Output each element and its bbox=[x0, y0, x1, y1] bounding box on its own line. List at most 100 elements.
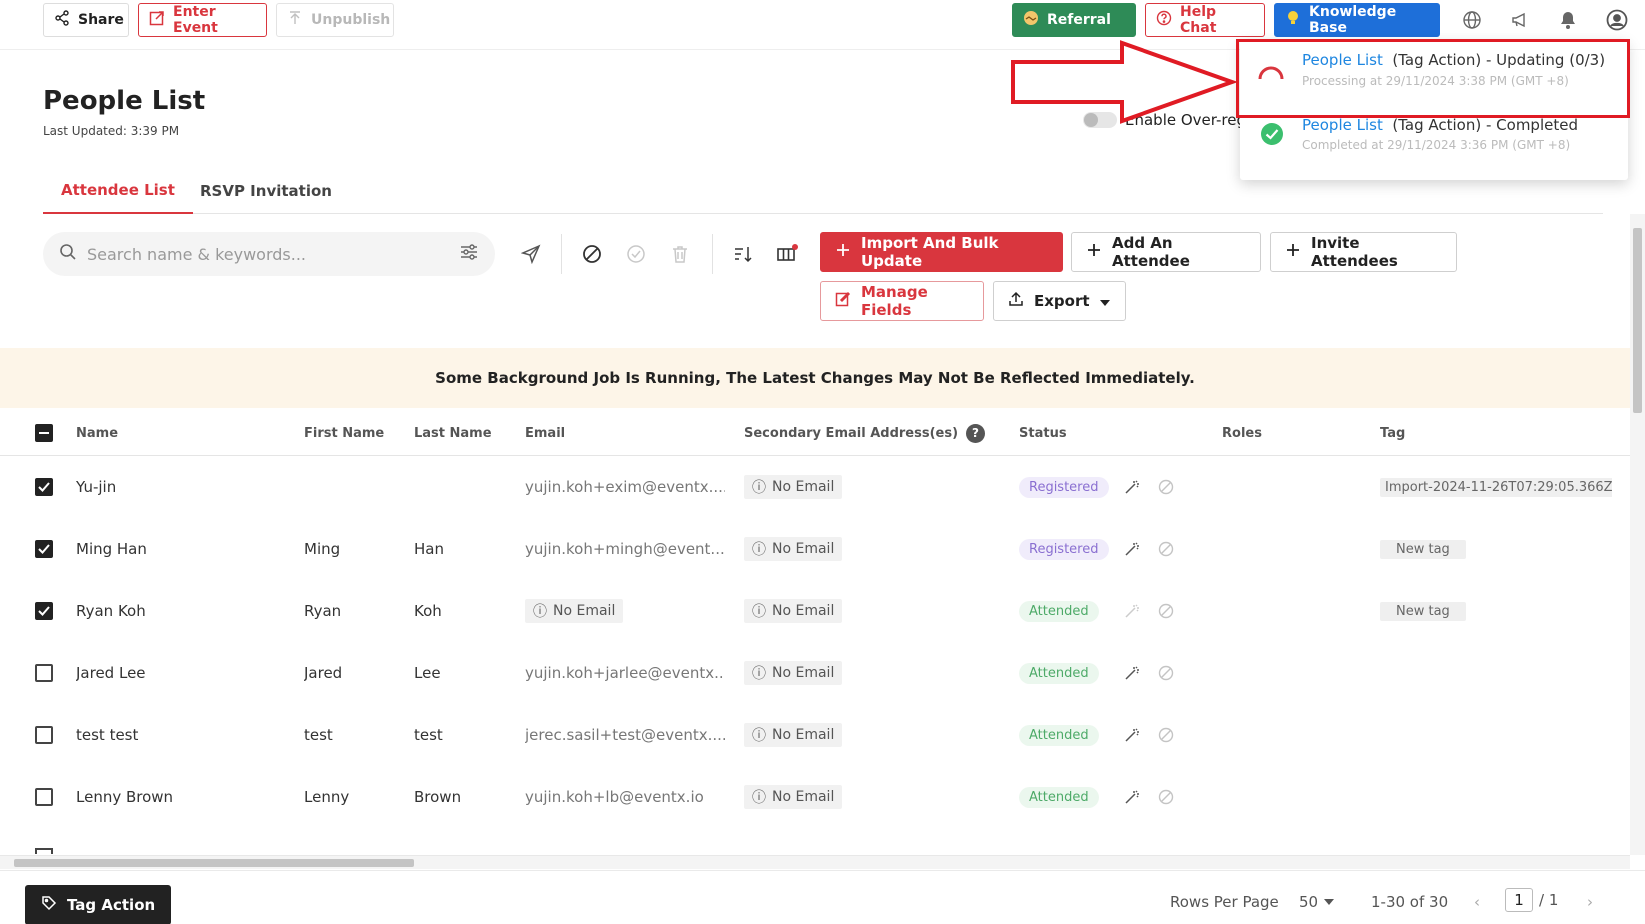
tag-chip: New tag bbox=[1380, 601, 1466, 621]
block-icon[interactable] bbox=[1158, 580, 1182, 642]
horizontal-scroll-thumb[interactable] bbox=[14, 859, 414, 867]
cell-name[interactable]: Ryan Koh bbox=[76, 580, 276, 642]
column-header-name[interactable]: Name bbox=[76, 410, 118, 456]
cell-first-name: Lenny bbox=[304, 788, 350, 806]
columns-icon[interactable] bbox=[775, 242, 799, 266]
status-badge: Attended bbox=[1019, 724, 1099, 746]
magic-wand-icon[interactable] bbox=[1123, 642, 1147, 704]
vertical-scroll-thumb[interactable] bbox=[1633, 228, 1642, 413]
row-checkbox-partial[interactable] bbox=[35, 848, 53, 854]
user-account-icon[interactable] bbox=[1605, 8, 1629, 32]
upload-icon bbox=[1008, 291, 1024, 311]
magic-wand-icon[interactable] bbox=[1123, 518, 1147, 580]
manage-fields-button[interactable]: Manage Fields bbox=[820, 281, 984, 321]
export-label: Export bbox=[1034, 292, 1090, 310]
row-checkbox[interactable] bbox=[35, 664, 53, 682]
info-circle-icon: ⓘ bbox=[752, 666, 766, 682]
bell-icon[interactable] bbox=[1556, 8, 1580, 32]
invite-attendees-label: Invite Attendees bbox=[1311, 234, 1398, 270]
cell-name[interactable]: Ming Han bbox=[76, 518, 276, 580]
block-icon[interactable] bbox=[1158, 456, 1182, 518]
cell-status: Attended bbox=[1019, 704, 1115, 766]
no-email-chip: ⓘ No Email bbox=[744, 537, 843, 561]
cell-secondary-email: ⓘ No Email bbox=[744, 766, 944, 828]
column-header-secondary-email[interactable]: Secondary Email Address(es) ? bbox=[744, 410, 986, 456]
import-bulk-update-button[interactable]: Import And Bulk Update bbox=[820, 232, 1063, 272]
magic-wand-icon[interactable] bbox=[1123, 704, 1147, 766]
send-icon[interactable] bbox=[519, 242, 543, 266]
unpublish-button[interactable]: Unpublish bbox=[276, 3, 394, 37]
table-row[interactable]: test test test test jerec.sasil+test@eventx… bbox=[0, 704, 1630, 766]
help-icon[interactable]: ? bbox=[966, 423, 986, 443]
tag-icon bbox=[41, 895, 57, 915]
enter-event-button[interactable]: Enter Event bbox=[138, 3, 267, 37]
vertical-scrollbar[interactable] bbox=[1630, 214, 1645, 855]
share-button[interactable]: Share bbox=[43, 3, 129, 37]
row-checkbox[interactable] bbox=[35, 726, 53, 744]
export-button[interactable]: Export bbox=[993, 281, 1126, 321]
cell-name[interactable]: Jared Lee bbox=[76, 642, 276, 704]
page-title: People List bbox=[43, 86, 206, 116]
column-header-roles[interactable]: Roles bbox=[1222, 410, 1262, 456]
magic-wand-icon[interactable] bbox=[1123, 766, 1147, 828]
lightbulb-icon bbox=[1285, 10, 1301, 30]
add-attendee-button[interactable]: Add An Attendee bbox=[1071, 232, 1261, 272]
plus-icon bbox=[1086, 242, 1102, 262]
block-icon[interactable] bbox=[1158, 766, 1182, 828]
block-icon[interactable] bbox=[1158, 642, 1182, 704]
column-header-last-name[interactable]: Last Name bbox=[414, 410, 492, 456]
rows-per-page-select[interactable]: 50 bbox=[1299, 893, 1335, 911]
referral-button[interactable]: Referral bbox=[1012, 3, 1136, 37]
share-icon bbox=[54, 10, 70, 30]
tab-rsvp-invitation[interactable]: RSVP Invitation bbox=[182, 168, 350, 214]
tag-chip: New tag bbox=[1380, 539, 1466, 559]
next-page-icon[interactable]: › bbox=[1587, 893, 1593, 911]
cell-name[interactable]: Yu-jin bbox=[76, 456, 276, 518]
table-row[interactable]: Yu-jin yujin.koh+exim@eventx.... ⓘ No Email… bbox=[0, 456, 1630, 518]
cell-name[interactable]: test test bbox=[76, 704, 276, 766]
prev-page-icon[interactable]: ‹ bbox=[1474, 893, 1480, 911]
row-checkbox[interactable] bbox=[35, 478, 53, 496]
search-input[interactable] bbox=[87, 244, 449, 264]
page-number-input[interactable]: 1 bbox=[1505, 888, 1533, 912]
table-row[interactable]: Lenny Brown Lenny Brown yujin.koh+lb@eventx… bbox=[0, 766, 1630, 828]
block-icon[interactable] bbox=[1158, 518, 1182, 580]
invite-attendees-button[interactable]: Invite Attendees bbox=[1270, 232, 1457, 272]
tag-action-button[interactable]: Tag Action bbox=[25, 885, 172, 924]
check-circle-icon[interactable] bbox=[624, 242, 648, 266]
job-title: People List (Tag Action) - Completed bbox=[1302, 116, 1578, 134]
filter-sliders-icon[interactable] bbox=[459, 242, 479, 266]
trash-icon[interactable] bbox=[668, 242, 692, 266]
row-checkbox[interactable] bbox=[35, 602, 53, 620]
magic-wand-icon[interactable] bbox=[1123, 456, 1147, 518]
cell-first-name: test bbox=[304, 726, 333, 744]
cell-first-name: Jared bbox=[304, 664, 343, 682]
sort-icon[interactable] bbox=[731, 242, 755, 266]
table-row[interactable]: Jared Lee Jared Lee yujin.koh+jarlee@eventx… bbox=[0, 642, 1630, 704]
knowledge-base-button[interactable]: Knowledge Base bbox=[1274, 3, 1440, 37]
cell-tag: Import-2024-11-26T07:29:05.366Z bbox=[1380, 456, 1612, 518]
magic-wand-icon[interactable] bbox=[1123, 580, 1147, 642]
secondary-email-header-label: Secondary Email Address(es) bbox=[744, 425, 959, 441]
column-header-status[interactable]: Status bbox=[1019, 410, 1067, 456]
table-header: Name First Name Last Name Email Secondar… bbox=[0, 410, 1630, 456]
tab-attendee-list[interactable]: Attendee List bbox=[43, 168, 193, 214]
column-header-first-name[interactable]: First Name bbox=[304, 410, 384, 456]
help-chat-button[interactable]: Help Chat bbox=[1145, 3, 1265, 37]
row-checkbox[interactable] bbox=[35, 788, 53, 806]
column-header-email[interactable]: Email bbox=[525, 410, 565, 456]
horizontal-scrollbar[interactable] bbox=[0, 855, 1630, 869]
table-row[interactable]: Ming Han Ming Han yujin.koh+mingh@event... ⓘ… bbox=[0, 518, 1630, 580]
block-icon[interactable] bbox=[1158, 704, 1182, 766]
column-header-tag[interactable]: Tag bbox=[1380, 410, 1405, 456]
select-all-checkbox[interactable] bbox=[35, 424, 53, 442]
job-link[interactable]: People List bbox=[1302, 116, 1383, 134]
megaphone-icon[interactable] bbox=[1508, 8, 1532, 32]
cell-name[interactable]: Lenny Brown bbox=[76, 766, 276, 828]
row-checkbox[interactable] bbox=[35, 540, 53, 558]
globe-icon[interactable] bbox=[1460, 8, 1484, 32]
table-row[interactable]: Ryan Koh Ryan Koh ⓘ No Email ⓘ No Email Attende… bbox=[0, 580, 1630, 642]
edit-icon bbox=[835, 291, 851, 311]
block-icon[interactable] bbox=[580, 242, 604, 266]
tag-chip: Import-2024-11-26T07:29:05.366Z bbox=[1380, 477, 1612, 497]
